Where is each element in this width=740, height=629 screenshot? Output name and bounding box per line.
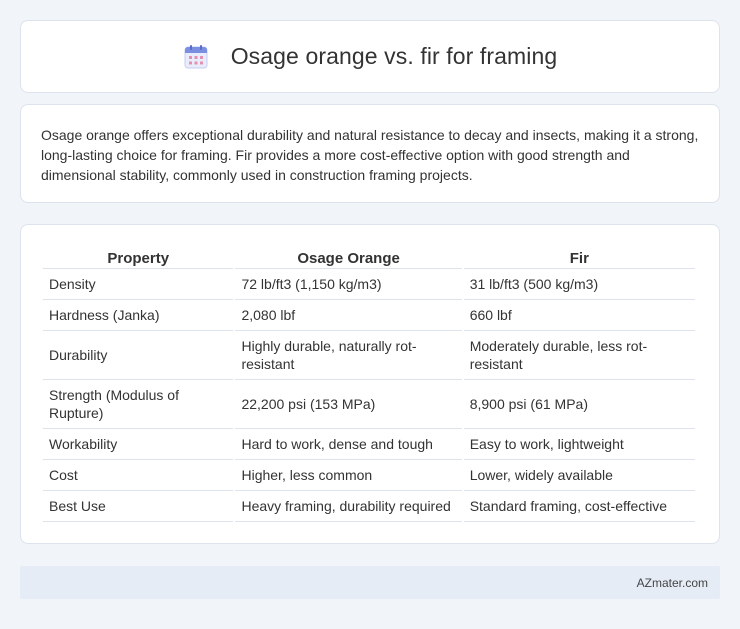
page-title: Osage orange vs. fir for framing bbox=[230, 43, 558, 69]
description-text: Osage orange offers exceptional durabili… bbox=[41, 127, 699, 183]
property-cell: Hardness (Janka) bbox=[43, 300, 234, 331]
header-fir: Fir bbox=[463, 247, 695, 269]
description-card: Osage orange offers exceptional durabili… bbox=[20, 104, 720, 203]
table-row: Workability Hard to work, dense and toug… bbox=[43, 429, 695, 460]
table-row: Best Use Heavy framing, durability requi… bbox=[43, 491, 695, 522]
property-cell: Density bbox=[43, 269, 234, 300]
osage-orange-cell: Highly durable, naturally rot-resistant bbox=[235, 331, 462, 380]
fir-cell: Standard framing, cost-effective bbox=[463, 491, 695, 522]
calendar-icon bbox=[184, 44, 208, 68]
header-osage-orange: Osage Orange bbox=[235, 247, 462, 269]
title-wrap: Osage orange vs. fir for framing bbox=[183, 43, 558, 70]
table-row: Density 72 lb/ft3 (1,150 kg/m3) 31 lb/ft… bbox=[43, 269, 695, 300]
title-card: Osage orange vs. fir for framing bbox=[20, 20, 720, 93]
footer: AZmater.com bbox=[20, 566, 720, 599]
property-cell: Durability bbox=[43, 331, 234, 380]
table-header-row: Property Osage Orange Fir bbox=[43, 247, 695, 269]
osage-orange-cell: 72 lb/ft3 (1,150 kg/m3) bbox=[235, 269, 462, 300]
comparison-table: Property Osage Orange Fir Density 72 lb/… bbox=[41, 247, 697, 522]
fir-cell: Lower, widely available bbox=[463, 460, 695, 491]
property-cell: Cost bbox=[43, 460, 234, 491]
fir-cell: 31 lb/ft3 (500 kg/m3) bbox=[463, 269, 695, 300]
footer-brand: AZmater.com bbox=[636, 575, 708, 590]
property-cell: Strength (Modulus of Rupture) bbox=[43, 380, 234, 429]
fir-cell: Moderately durable, less rot-resistant bbox=[463, 331, 695, 380]
property-cell: Workability bbox=[43, 429, 234, 460]
osage-orange-cell: 22,200 psi (153 MPa) bbox=[235, 380, 462, 429]
comparison-card: Property Osage Orange Fir Density 72 lb/… bbox=[20, 224, 720, 544]
osage-orange-cell: Higher, less common bbox=[235, 460, 462, 491]
osage-orange-cell: Heavy framing, durability required bbox=[235, 491, 462, 522]
osage-orange-cell: 2,080 lbf bbox=[235, 300, 462, 331]
fir-cell: 660 lbf bbox=[463, 300, 695, 331]
osage-orange-cell: Hard to work, dense and tough bbox=[235, 429, 462, 460]
table-row: Hardness (Janka) 2,080 lbf 660 lbf bbox=[43, 300, 695, 331]
fir-cell: Easy to work, lightweight bbox=[463, 429, 695, 460]
table-row: Strength (Modulus of Rupture) 22,200 psi… bbox=[43, 380, 695, 429]
table-row: Cost Higher, less common Lower, widely a… bbox=[43, 460, 695, 491]
fir-cell: 8,900 psi (61 MPa) bbox=[463, 380, 695, 429]
table-row: Durability Highly durable, naturally rot… bbox=[43, 331, 695, 380]
header-property: Property bbox=[43, 247, 234, 269]
property-cell: Best Use bbox=[43, 491, 234, 522]
